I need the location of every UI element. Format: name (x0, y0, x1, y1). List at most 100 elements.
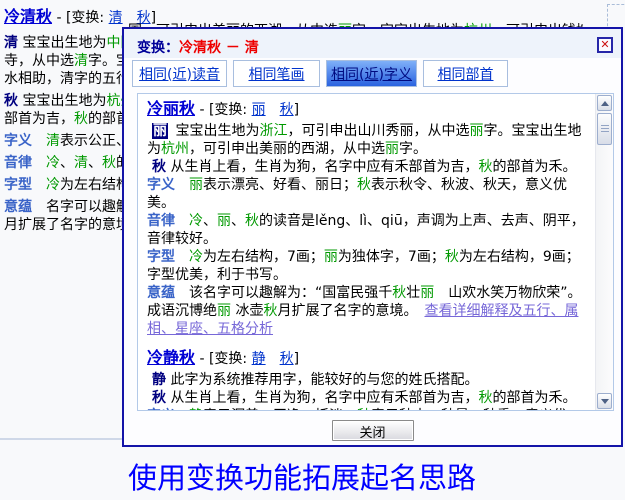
text-segment (266, 351, 280, 367)
text-segment: 、 (231, 213, 245, 229)
text-segment: 秋 (478, 390, 492, 406)
scroll-down-button[interactable] (597, 393, 612, 409)
text-segment: 秋 (357, 408, 371, 411)
tab-label: 相同(近)字义 (331, 64, 412, 84)
tab-1[interactable]: 相同(近)读音 (132, 60, 227, 87)
text-segment: 秋 (478, 159, 492, 175)
char-link[interactable]: 清 (109, 10, 123, 26)
results-list: 冷丽秋 - [变换: 丽 秋]丽 宝宝出生地为浙江，可引申出山川秀丽，从中选丽字… (138, 94, 613, 411)
text-segment: 字型 (4, 177, 32, 193)
chevron-up-icon (601, 101, 609, 106)
text-segment (175, 408, 189, 411)
text-segment: 字义 (147, 177, 175, 193)
text-segment: - [变换: (195, 102, 252, 118)
entry-paragraph: 秋 从生肖上看，生肖为狗，名字中应有禾部首为吉，秋的部首为禾。 (147, 389, 589, 407)
scroll-up-button[interactable] (597, 95, 612, 111)
text-segment: 水相助，清字的五行 (4, 71, 130, 87)
text-segment: 丽 (324, 249, 338, 265)
name-link[interactable]: 冷丽秋 (147, 99, 195, 118)
text-segment: 音律 (4, 155, 32, 171)
thumb-grip-icon (601, 125, 609, 133)
text-segment: 寺，从中选 (4, 53, 74, 69)
text-segment: - [变换: (195, 351, 252, 367)
tab-2[interactable]: 相同笔画 (233, 60, 320, 87)
close-icon: ✕ (600, 38, 609, 51)
name-entry: 冷丽秋 - [变换: 丽 秋]丽 宝宝出生地为浙江，可引申出山川秀丽，从中选丽字… (147, 99, 589, 338)
text-segment: 表示公正、 (60, 133, 130, 149)
tab-label: 相同(近)读音 (139, 64, 220, 84)
text-segment: 丽 (385, 141, 399, 157)
text-segment (175, 177, 189, 193)
text-segment: 部首为吉， (4, 111, 74, 127)
chevron-down-icon (601, 399, 609, 404)
dialog-title: 变换：冷清秋 － 清 (137, 37, 259, 57)
text-segment: 字义 (147, 408, 175, 411)
text-segment: 字。 (399, 141, 427, 157)
tab-3[interactable]: 相同(近)字义 (326, 60, 417, 87)
text-segment (175, 249, 189, 265)
tab-4[interactable]: 相同部首 (423, 60, 508, 87)
text-segment (32, 177, 46, 193)
tab-bar: 相同(近)读音 相同笔画 相同(近)字义相同部首 (132, 60, 508, 87)
text-segment: 秋 (152, 390, 166, 406)
name-link[interactable]: 冷清秋 (4, 7, 52, 26)
text-segment: 的部首为禾。 (492, 390, 576, 406)
caption-text: 使用变换功能拓展起名思路 (128, 455, 476, 497)
close-dialog-button[interactable]: 关闭 (332, 420, 414, 441)
text-segment: 清 (74, 155, 88, 171)
text-segment: 为左右结构，7画； (203, 249, 324, 265)
char-link[interactable]: 秋 (280, 351, 294, 367)
tab-label: 相同笔画 (249, 64, 305, 84)
text-segment: ] (294, 351, 299, 367)
text-segment: 秋 (152, 159, 166, 175)
text-segment: 静 (152, 372, 166, 388)
entry-paragraph: 字义 丽表示漂亮、好看、丽日；秋表示秋令、秋波、秋天，意义优美。 (147, 176, 589, 212)
text-segment: 秋 (245, 213, 259, 229)
char-badge: 丽 (152, 123, 168, 139)
text-segment: 秋 (4, 93, 18, 109)
text-segment: 壮 (406, 285, 420, 301)
text-segment: 冰壶 (231, 303, 263, 319)
scroll-thumb[interactable] (597, 113, 612, 145)
entry-paragraph: 丽 宝宝出生地为浙江，可引申出山川秀丽，从中选丽字。宝宝出生地为杭州，可引申出美… (147, 122, 589, 158)
text-segment: 意蕴 (147, 285, 175, 301)
text-segment: 音律 (147, 213, 175, 229)
scrollbar[interactable] (595, 94, 613, 410)
text-segment: ，可引申出美丽的西湖，从中选 (189, 141, 385, 157)
text-segment: 秋 (263, 303, 277, 319)
text-segment: 从生肖上看，生肖为狗，名字中应有禾部首为吉， (166, 159, 478, 175)
text-segment: 清 (4, 35, 18, 51)
entry-paragraph: 字型 冷为左右结构，7画；丽为独体字，7画；秋为左右结构，9画；字型优美，利于书… (147, 248, 589, 284)
text-segment: 、 (60, 155, 74, 171)
text-segment: 丽 (217, 303, 231, 319)
text-segment: 宝宝出生地为 (18, 35, 106, 51)
text-segment: 、 (88, 155, 102, 171)
text-segment: 宝宝出生地为 (171, 123, 259, 139)
text-segment: 丽 (217, 213, 231, 229)
char-link[interactable]: 静 (252, 351, 266, 367)
text-segment: 月扩展了名字的意境 (4, 217, 130, 233)
char-link[interactable]: 丽 (252, 102, 266, 118)
text-segment (32, 133, 46, 149)
text-segment: 杭州 (161, 141, 189, 157)
text-segment: 宝宝出生地为 (18, 93, 106, 109)
close-button[interactable]: ✕ (597, 37, 613, 53)
entry-paragraph: 秋 从生肖上看，生肖为狗，名字中应有禾部首为吉，秋的部首为禾。 (147, 158, 589, 176)
text-segment: ，可引申出山川秀丽，从中选 (287, 123, 469, 139)
name-link[interactable]: 冷静秋 (147, 348, 195, 367)
entry-paragraph: 静 此字为系统推荐用字，能较好的与您的姓氏搭配。 (147, 371, 589, 389)
text-segment: 冷 (46, 155, 60, 171)
entry-title: 冷静秋 - [变换: 静 秋] (147, 348, 589, 369)
text-segment: 字型 (147, 249, 175, 265)
char-link[interactable]: 秋 (280, 102, 294, 118)
entry-paragraph: 意蕴 该名字可以趣解为：“国富民强千秋壮丽 山欢水笑万物欣荣”。成语沉博绝丽 冰… (147, 284, 589, 338)
underlying-divider-line (0, 438, 123, 440)
text-segment: 为左右结构 (60, 177, 130, 193)
text-segment: 意蕴 (4, 199, 32, 215)
text-segment (32, 155, 46, 171)
text-segment: 名字可以趣解 (32, 199, 130, 215)
text-segment: 变换： (137, 40, 179, 56)
results-panel: 冷丽秋 - [变换: 丽 秋]丽 宝宝出生地为浙江，可引申出山川秀丽，从中选丽字… (137, 93, 614, 411)
text-segment: 丽 (189, 177, 203, 193)
text-segment: 丽 (420, 285, 434, 301)
